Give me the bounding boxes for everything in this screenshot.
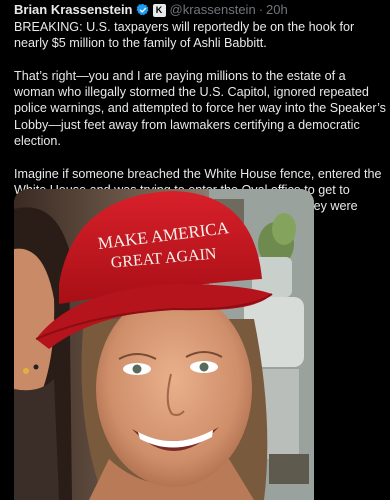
author-handle[interactable]: @krassenstein bbox=[170, 1, 256, 19]
author-name[interactable]: Brian Krassenstein bbox=[14, 1, 133, 19]
tweet-timestamp[interactable]: 20h bbox=[266, 1, 288, 19]
affiliation-badge-icon: K bbox=[152, 3, 166, 17]
verified-badge-icon bbox=[136, 3, 150, 17]
tweet-paragraph-2: That’s right—you and I are paying millio… bbox=[14, 68, 386, 149]
tweet-paragraph-1: BREAKING: U.S. taxpayers will reportedly… bbox=[14, 20, 355, 51]
tweet-media-photo[interactable]: MAKE AMERICA GREAT AGAIN bbox=[14, 189, 314, 500]
separator-dot: · bbox=[258, 2, 264, 17]
tweet: Brian Krassenstein K @krassenstein · 20h… bbox=[0, 0, 390, 500]
tweet-header: Brian Krassenstein K @krassenstein · 20h bbox=[14, 1, 288, 19]
